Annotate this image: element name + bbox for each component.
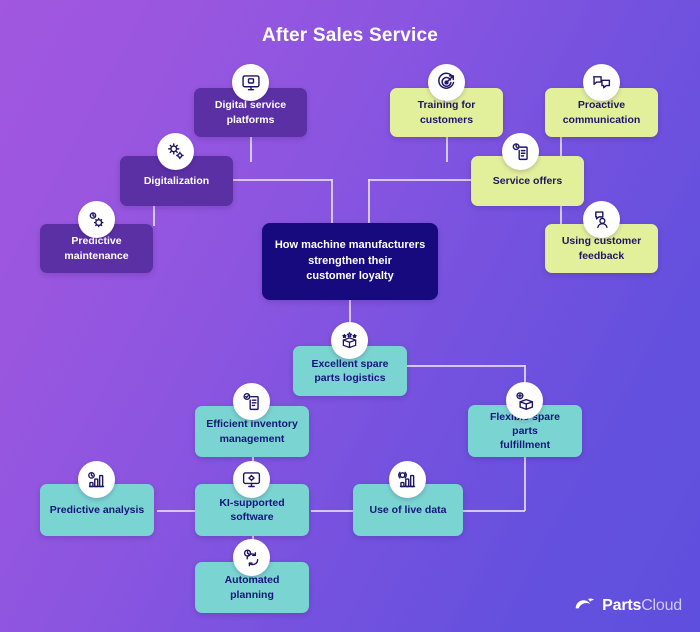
connector-spare-flexible-h (407, 365, 525, 367)
node-label: Proactive communication (562, 99, 641, 126)
connector-service-offers-center-h (368, 179, 471, 181)
feedback-person-icon (583, 201, 620, 238)
checklist-icon (233, 383, 270, 420)
connector-digitalization-predictive (153, 206, 155, 226)
connector-dsp-digitalization (250, 137, 252, 162)
connector-live-data-flexible-v (524, 457, 526, 511)
node-label: Automated planning (224, 574, 280, 601)
node-label: KI-supported software (219, 496, 285, 523)
node-label: How machine manufacturers strengthen the… (274, 238, 426, 283)
connector-live-data-flexible-h (462, 510, 525, 512)
node-label: Service offers (492, 174, 563, 187)
infographic-canvas: After Sales Service Digital service plat… (0, 0, 700, 632)
node-label: Use of live data (369, 503, 447, 516)
chart-live-icon (389, 461, 426, 498)
document-clock-icon (502, 133, 539, 170)
node-label: Training for customers (417, 99, 476, 126)
monitor-gear-icon (233, 461, 270, 498)
clock-refresh-icon (233, 539, 270, 576)
gear-clock-icon (78, 201, 115, 238)
connector-digitalization-center-h (233, 179, 332, 181)
node-label: Digital service platforms (214, 99, 287, 126)
box-plus-icon (506, 382, 543, 419)
logo-text: PartsCloud (602, 597, 682, 614)
partscloud-logo: PartsCloud (574, 596, 682, 616)
node-label: Digitalization (143, 174, 210, 187)
connector-predictive-analysis-ki (157, 510, 195, 512)
connector-digitalization-center-v (331, 179, 333, 223)
connector-training-service-offers (446, 137, 448, 162)
target-arrow-icon (428, 64, 465, 101)
chat-bubbles-icon (583, 64, 620, 101)
gears-icon (157, 133, 194, 170)
box-stars-icon (331, 322, 368, 359)
node-label: Excellent spare parts logistics (311, 357, 389, 384)
cloud-arrow-icon (574, 596, 596, 616)
chart-clock-icon (78, 461, 115, 498)
node-center-question[interactable]: How machine manufacturers strengthen the… (262, 223, 438, 300)
node-label: Predictive maintenance (64, 235, 129, 262)
connector-service-offers-center-v (368, 179, 370, 223)
monitor-icon (232, 64, 269, 101)
connector-ki-live-data (311, 510, 353, 512)
node-label: Efficient inventory management (206, 418, 298, 445)
node-label: Predictive analysis (49, 503, 145, 516)
node-label: Using customer feedback (561, 235, 642, 262)
page-title: After Sales Service (262, 25, 438, 46)
